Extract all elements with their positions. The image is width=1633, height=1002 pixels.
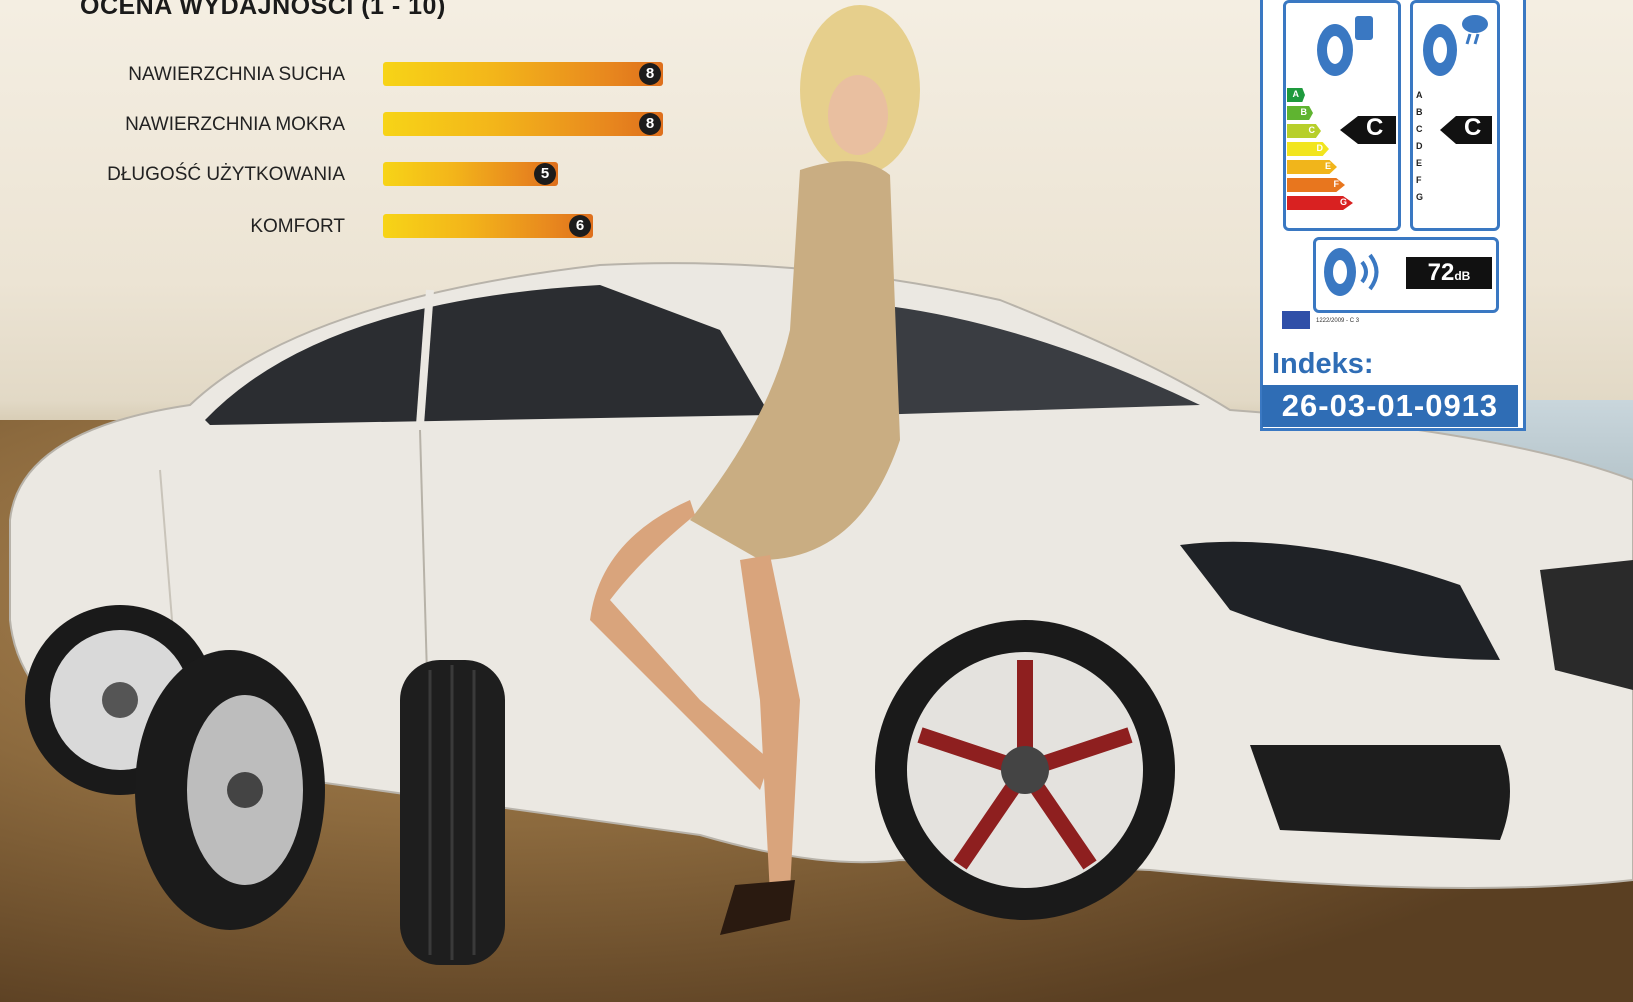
wet-scale-letter: A xyxy=(1416,90,1423,100)
fuel-scale-letter: A xyxy=(1292,89,1300,99)
noise-value: 72dB xyxy=(1406,257,1492,289)
wet-scale-letter: G xyxy=(1416,192,1424,202)
fuel-scale-step: F xyxy=(1287,178,1345,192)
index-value: 26-03-01-0913 xyxy=(1262,385,1518,427)
noise-icon xyxy=(1324,248,1379,296)
eu-label-graphics xyxy=(1282,15,1492,329)
wet-scale-letter: F xyxy=(1416,175,1422,185)
fuel-scale-letter: F xyxy=(1333,179,1340,189)
wet-scale-letter: E xyxy=(1416,158,1423,168)
noise-number: 72 xyxy=(1427,259,1455,286)
fuel-scale-step: A xyxy=(1287,88,1305,102)
regulation-text: 1222/2009 - C 3 xyxy=(1316,318,1360,324)
fuel-scale-letter: E xyxy=(1324,161,1331,171)
fuel-scale-letter: G xyxy=(1339,197,1347,207)
wet-grip-grade: C xyxy=(1464,114,1482,141)
wet-scale-letter: D xyxy=(1416,141,1423,151)
fuel-scale-step: C xyxy=(1287,124,1321,138)
fuel-grade: C xyxy=(1366,114,1384,141)
fuel-scale-step: B xyxy=(1287,106,1313,120)
eu-flag-icon xyxy=(1282,311,1310,329)
wet-grip-icon xyxy=(1423,15,1488,76)
fuel-scale-letter: C xyxy=(1308,125,1316,135)
fuel-tyre-icon xyxy=(1317,16,1373,76)
fuel-scale-letter: D xyxy=(1316,143,1324,153)
wet-scale-letter: C xyxy=(1416,124,1423,134)
wet-scale-letter: B xyxy=(1416,107,1423,117)
index-label: Indeks: xyxy=(1272,348,1374,380)
fuel-scale-letter: B xyxy=(1300,107,1308,117)
fuel-scale-step: E xyxy=(1287,160,1337,174)
noise-unit: dB xyxy=(1454,269,1471,283)
fuel-scale-step: D xyxy=(1287,142,1329,156)
fuel-scale-step: G xyxy=(1287,196,1353,210)
